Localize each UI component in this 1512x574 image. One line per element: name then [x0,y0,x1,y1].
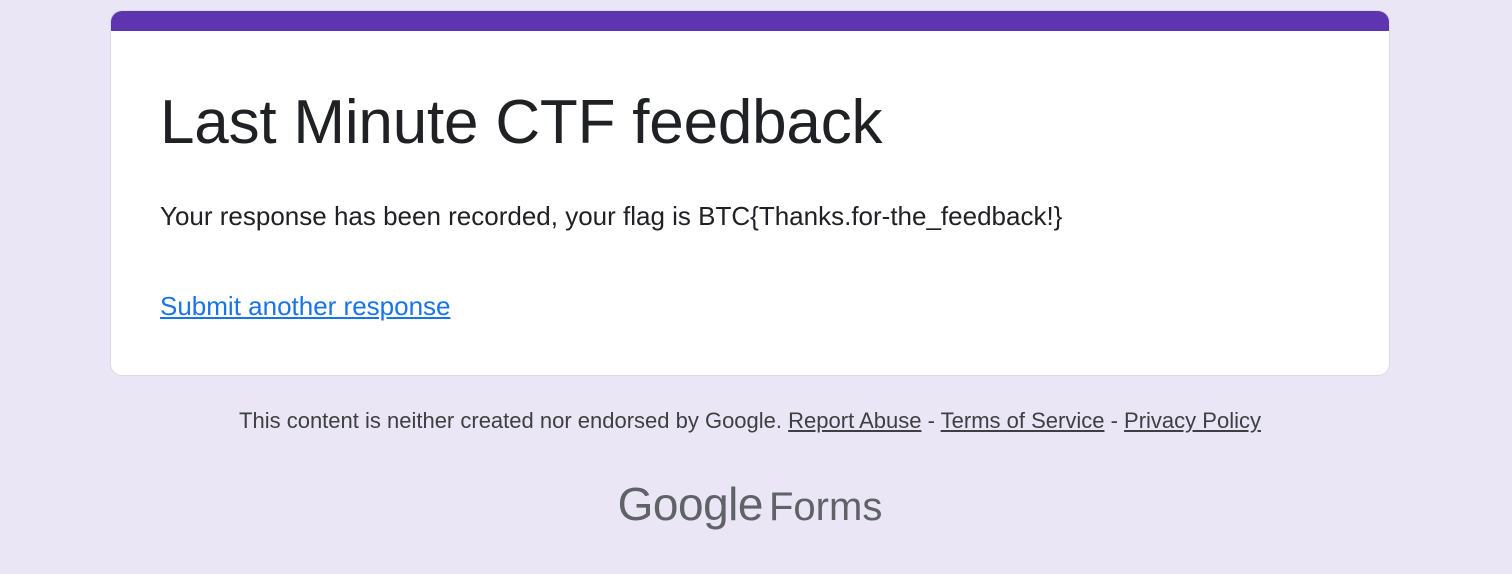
confirmation-card: Last Minute CTF feedback Your response h… [110,10,1390,376]
brand-google-text: Google [617,478,764,530]
form-title: Last Minute CTF feedback [160,88,883,157]
google-forms-logo[interactable]: Google Forms [110,474,1390,537]
privacy-policy-link[interactable]: Privacy Policy [1124,408,1261,433]
confirmation-message: Your response has been recorded, your fl… [160,201,1063,231]
footer-separator: - [927,408,935,433]
footer-separator: - [1110,408,1118,433]
brand-forms-text: Forms [769,485,883,529]
report-abuse-link[interactable]: Report Abuse [788,408,921,433]
footer: This content is neither created nor endo… [110,406,1390,436]
terms-of-service-link[interactable]: Terms of Service [941,408,1105,433]
footer-disclaimer: This content is neither created nor endo… [239,408,783,433]
submit-another-response-link[interactable]: Submit another response [160,289,451,323]
card-accent-bar [111,11,1389,31]
